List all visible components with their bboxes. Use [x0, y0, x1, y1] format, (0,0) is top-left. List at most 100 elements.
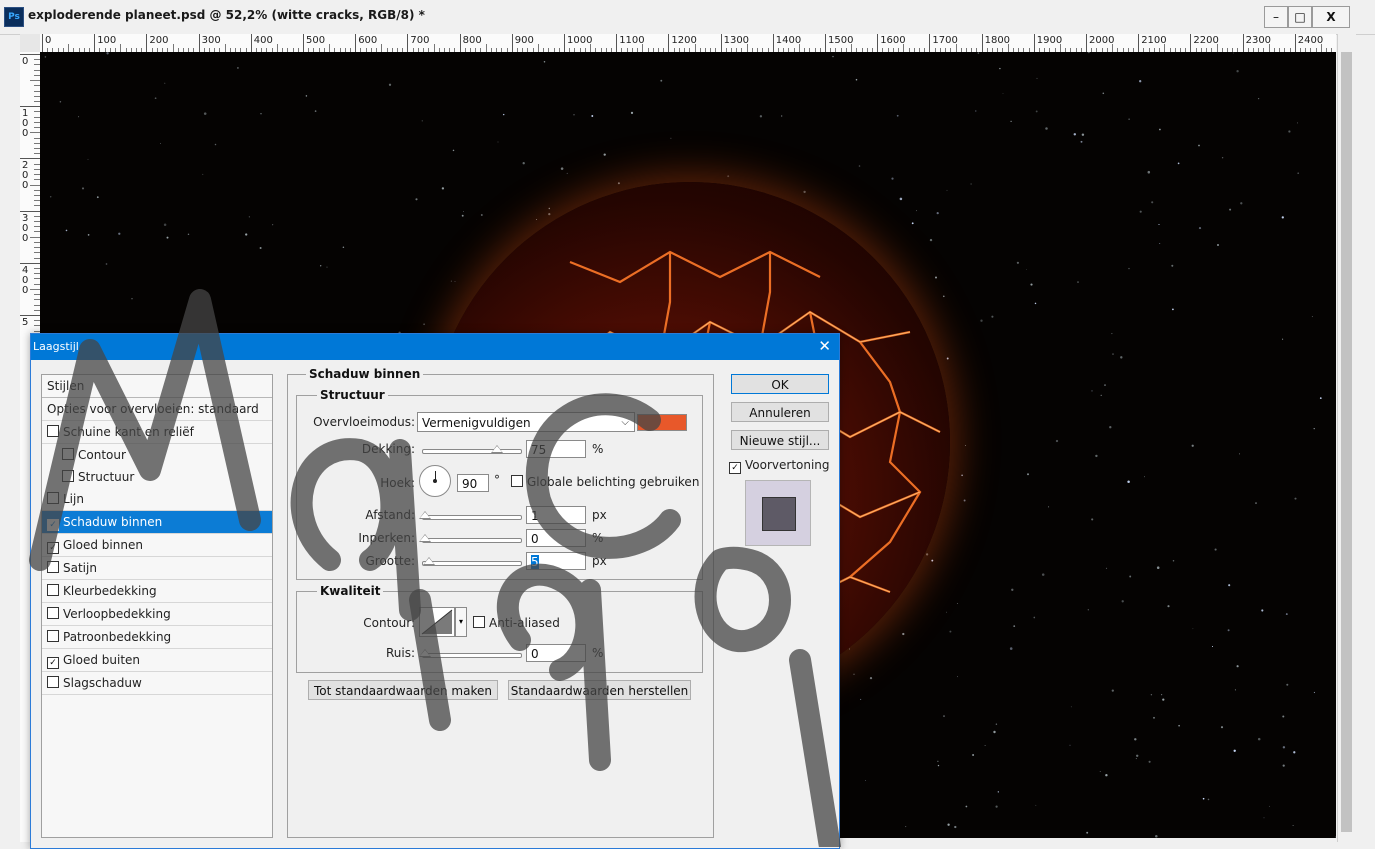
reset-default-button[interactable]: Standaardwaarden herstellen [508, 680, 691, 700]
star [1080, 140, 1083, 143]
distance-slider[interactable] [419, 511, 522, 520]
blend-mode-select[interactable]: Vermenigvuldigen ⌵ [417, 412, 635, 432]
maximize-button[interactable]: □ [1288, 6, 1312, 28]
star [946, 611, 948, 613]
style-item-checkbox[interactable] [47, 630, 59, 642]
make-default-button[interactable]: Tot standaardwaarden maken [308, 680, 498, 700]
cancel-button[interactable]: Annuleren [731, 402, 829, 422]
opacity-slider-thumb[interactable] [490, 445, 503, 453]
style-item-checkbox[interactable] [62, 448, 74, 460]
star [1281, 216, 1284, 219]
ok-button[interactable]: OK [731, 374, 829, 394]
star [320, 265, 322, 267]
global-light-checkbox[interactable]: Globale belichting gebruiken [511, 475, 699, 489]
style-item-schaduw-binnen[interactable]: ✓ Schaduw binnen [42, 511, 272, 534]
angle-input[interactable]: 90 [457, 474, 489, 492]
style-item-checkbox[interactable] [47, 561, 59, 573]
style-item-kleurbedekking[interactable]: Kleurbedekking [42, 580, 272, 603]
star [1009, 647, 1013, 650]
size-slider[interactable] [422, 557, 522, 566]
ruler-minor-tick [590, 44, 592, 52]
new-style-button[interactable]: Nieuwe stijl... [731, 430, 829, 450]
vertical-scrollbar-thumb[interactable] [1341, 52, 1352, 832]
minimize-button[interactable]: – [1264, 6, 1288, 28]
shadow-color-swatch[interactable] [637, 414, 687, 431]
ruler-label: 0 [22, 180, 29, 192]
noise-slider[interactable] [419, 649, 522, 658]
style-item-gloed-binnen[interactable]: ✓ Gloed binnen [42, 534, 272, 557]
style-item-gloed-buiten[interactable]: ✓ Gloed buiten [42, 649, 272, 672]
style-item-checkbox[interactable] [47, 425, 59, 437]
star [245, 233, 248, 236]
dialog-titlebar[interactable]: Laagstijl ✕ [31, 334, 839, 360]
global-light-checkbox-box[interactable] [511, 475, 523, 487]
ruler-label: 0 [22, 56, 29, 67]
star [1288, 130, 1291, 133]
star [1105, 567, 1108, 569]
style-item-schuine-kant-en-reli-f[interactable]: Schuine kant en reliëf [42, 421, 272, 444]
ruler-corner[interactable] [20, 34, 41, 53]
ruler-major-tick [616, 34, 618, 52]
opacity-input[interactable]: 75 [526, 440, 586, 458]
star [1048, 506, 1050, 508]
style-item-checkbox[interactable] [47, 676, 59, 688]
star [1112, 353, 1114, 355]
style-item-contour[interactable]: Contour [42, 444, 272, 466]
style-item-checkbox[interactable]: ✓ [47, 657, 59, 669]
star [1255, 502, 1257, 505]
choke-slider-thumb[interactable] [419, 534, 431, 542]
style-item-slagschaduw[interactable]: Slagschaduw [42, 672, 272, 695]
distance-slider-thumb[interactable] [419, 511, 431, 519]
horizontal-ruler[interactable]: 0 100 200 300 400 500 600 700 800 900 1000 1100 1200… [40, 34, 1336, 53]
angle-dial[interactable] [419, 465, 451, 497]
star [972, 754, 975, 756]
anti-aliased-checkbox[interactable]: Anti-aliased [473, 616, 560, 630]
distance-input[interactable]: 1 [526, 506, 586, 524]
star [1296, 122, 1298, 124]
style-item-checkbox[interactable]: ✓ [47, 542, 59, 554]
preview-checkbox-box[interactable]: ✓ [729, 462, 741, 474]
ruler-major-tick [877, 34, 879, 52]
style-item-structuur[interactable]: Structuur [42, 466, 272, 488]
ruler-major-tick [668, 34, 670, 52]
style-item-patroonbedekking[interactable]: Patroonbedekking [42, 626, 272, 649]
style-item-label: Structuur [78, 470, 135, 484]
ruler-minor-tick [642, 44, 644, 52]
choke-input[interactable]: 0 [526, 529, 586, 547]
style-item-verloopbedekking[interactable]: Verloopbedekking [42, 603, 272, 626]
contour-dropdown-icon[interactable]: ▾ [455, 607, 467, 637]
ruler-minor-tick [1164, 44, 1166, 52]
close-window-button[interactable]: X [1312, 6, 1350, 28]
anti-aliased-checkbox-box[interactable] [473, 616, 485, 628]
star [1191, 444, 1194, 447]
noise-slider-thumb[interactable] [419, 649, 431, 657]
star [1086, 831, 1089, 834]
size-input[interactable]: 5 [526, 552, 586, 570]
style-item-checkbox[interactable] [47, 607, 59, 619]
style-item-checkbox[interactable] [62, 470, 74, 482]
styles-header[interactable]: Stijlen [42, 375, 272, 398]
style-item-checkbox[interactable] [47, 584, 59, 596]
horizontal-scrollbar[interactable] [836, 838, 1336, 847]
blend-options-item[interactable]: Opties voor overvloeien: standaard [42, 398, 272, 421]
opacity-slider[interactable] [422, 445, 522, 454]
contour-picker[interactable] [419, 607, 455, 637]
ruler-major-tick [825, 34, 826, 52]
choke-slider[interactable] [419, 534, 522, 543]
dialog-close-icon[interactable]: ✕ [818, 337, 831, 355]
style-item-checkbox[interactable] [47, 492, 59, 504]
style-item-checkbox[interactable]: ✓ [47, 519, 59, 531]
photoshop-app-icon: Ps [4, 7, 24, 27]
preview-checkbox[interactable]: ✓ Voorvertoning [729, 458, 830, 474]
vertical-scrollbar[interactable] [1337, 34, 1356, 842]
ruler-label: 0 [22, 128, 29, 140]
star [1147, 170, 1151, 174]
noise-input[interactable]: 0 [526, 644, 586, 662]
star [1178, 724, 1180, 727]
size-slider-thumb[interactable] [423, 557, 435, 565]
ruler-minor-tick [851, 44, 853, 52]
ruler-minor-tick [1320, 44, 1322, 52]
style-item-lijn[interactable]: Lijn [42, 488, 272, 511]
style-item-satijn[interactable]: Satijn [42, 557, 272, 580]
ruler-minor-tick [1268, 44, 1270, 52]
